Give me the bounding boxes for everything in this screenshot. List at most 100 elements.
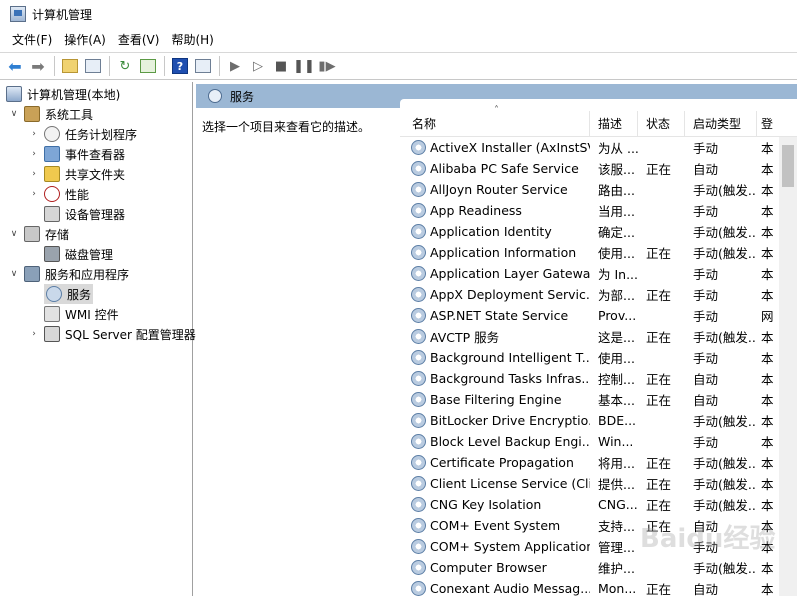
column-header-desc[interactable]: 描述	[590, 110, 638, 137]
tree-item-services[interactable]: 服务	[28, 284, 94, 304]
tree-item-services-apps[interactable]: ∨ 服务和应用程序	[8, 264, 129, 284]
services-gear-icon	[46, 286, 62, 302]
collapse-chevron-icon[interactable]: ∨	[8, 109, 20, 119]
back-arrow-icon[interactable]: ⬅	[4, 55, 26, 77]
collapse-chevron-icon[interactable]: ∨	[8, 269, 20, 279]
table-row[interactable]: AllJoyn Router Service 路由... 手动(触发... 本	[400, 179, 775, 200]
table-row[interactable]: CNG Key Isolation CNG... 正在 手动(触发... 本	[400, 494, 775, 515]
tree-item-storage[interactable]: ∨ 存储	[8, 224, 69, 244]
service-name: Block Level Backup Engi...	[430, 434, 590, 449]
selection-highlight: 服务	[44, 284, 94, 304]
restart-service-icon[interactable]: ▮▶	[316, 55, 338, 77]
tree-item-wmi[interactable]: WMI 控件	[28, 304, 119, 324]
expand-chevron-icon[interactable]: ›	[28, 129, 40, 139]
service-gear-icon	[411, 266, 426, 281]
tree-item-system-tools[interactable]: ∨ 系统工具	[8, 104, 93, 124]
menu-view[interactable]: 查看(V)	[112, 30, 166, 51]
service-name-cell: Background Intelligent T...	[400, 350, 590, 365]
stop-service-icon[interactable]: ■	[270, 55, 292, 77]
service-gear-icon	[411, 434, 426, 449]
service-logon: 本	[761, 246, 774, 261]
forward-arrow-icon[interactable]: ➡	[27, 55, 49, 77]
vertical-scrollbar[interactable]	[779, 137, 797, 596]
table-row[interactable]: Application Layer Gatewa... 为 In... 手动 本	[400, 263, 775, 284]
table-row[interactable]: Computer Browser 维护... 手动(触发... 本	[400, 557, 775, 578]
service-desc: 为部...	[598, 288, 635, 303]
column-header-startup[interactable]: 启动类型	[685, 110, 757, 137]
help-icon[interactable]: ?	[169, 55, 191, 77]
expand-chevron-icon[interactable]: ›	[28, 189, 40, 199]
toolbar: ⬅ ➡ ↻ ? ▶ ▷ ■ ❚❚ ▮▶	[0, 52, 797, 80]
menu-action[interactable]: 操作(A)	[58, 30, 112, 51]
table-row[interactable]: Block Level Backup Engi... Win... 手动 本	[400, 431, 775, 452]
service-startup: 自动	[693, 162, 719, 177]
table-row[interactable]: BitLocker Drive Encryptio... BDE... 手动(触发.…	[400, 410, 775, 431]
table-row[interactable]: AVCTP 服务 这是... 正在 手动(触发... 本	[400, 326, 775, 347]
expand-chevron-icon[interactable]: ›	[28, 149, 40, 159]
tree-item-disk-management[interactable]: 磁盘管理	[28, 244, 113, 264]
table-row[interactable]: Application Identity 确定... 手动(触发... 本	[400, 221, 775, 242]
service-name: Computer Browser	[430, 560, 547, 575]
table-row[interactable]: ASP.NET State Service Prov... 手动 网	[400, 305, 775, 326]
tree-item-task-scheduler[interactable]: › 任务计划程序	[28, 124, 137, 144]
service-logon: 网	[761, 309, 774, 324]
tree-item-label: 系统工具	[45, 107, 94, 122]
service-status: 正在	[646, 582, 672, 597]
tree-item-shared-folders[interactable]: › 共享文件夹	[28, 164, 125, 184]
scrollbar-thumb[interactable]	[782, 145, 794, 187]
tree-item-event-viewer[interactable]: › 事件查看器	[28, 144, 125, 164]
service-startup: 自动	[693, 393, 719, 408]
column-header-name[interactable]: 名称	[400, 110, 590, 137]
properties-icon[interactable]	[192, 55, 214, 77]
show-hide-tree-icon[interactable]	[82, 55, 104, 77]
menu-file[interactable]: 文件(F)	[6, 30, 58, 51]
service-name: Background Tasks Infras...	[430, 371, 590, 386]
service-logon: 本	[761, 561, 774, 576]
table-row[interactable]: ActiveX Installer (AxInstSV) 为从 ... 手动 本	[400, 137, 775, 158]
table-row[interactable]: COM+ Event System 支持... 正在 自动 本	[400, 515, 775, 536]
column-header-status[interactable]: 状态	[638, 110, 685, 137]
table-row[interactable]: App Readiness 当用... 手动 本	[400, 200, 775, 221]
tree-item-sql-config[interactable]: › SQL Server 配置管理器	[28, 324, 196, 344]
service-startup: 手动(触发...	[693, 414, 757, 429]
navigation-tree: 计算机管理(本地) ∨ 系统工具 › 任务计划程序 › 事件查看器 › 共享文件…	[2, 82, 196, 596]
pause-service-icon[interactable]: ❚❚	[293, 55, 315, 77]
service-name-cell: Application Layer Gatewa...	[400, 266, 590, 281]
menu-help[interactable]: 帮助(H)	[165, 30, 219, 51]
tree-item-device-manager[interactable]: 设备管理器	[28, 204, 125, 224]
service-gear-icon	[411, 371, 426, 386]
table-row[interactable]: Certificate Propagation 将用... 正在 手动(触发... 本	[400, 452, 775, 473]
tree-item-label: 共享文件夹	[65, 167, 126, 182]
start-service-alt-icon[interactable]: ▷	[247, 55, 269, 77]
expand-chevron-icon[interactable]: ›	[28, 169, 40, 179]
column-header-logon[interactable]: 登	[757, 111, 797, 137]
export-list-icon[interactable]	[137, 55, 159, 77]
table-row[interactable]: Background Tasks Infras... 控制... 正在 自动 本	[400, 368, 775, 389]
tree-item-performance[interactable]: › 性能	[28, 184, 89, 204]
table-row[interactable]: COM+ System Application 管理... 手动 本	[400, 536, 775, 557]
table-row[interactable]: AppX Deployment Servic... 为部... 正在 手动 本	[400, 284, 775, 305]
service-desc: 使用...	[598, 246, 635, 261]
collapse-chevron-icon[interactable]: ∨	[8, 229, 20, 239]
table-row[interactable]: Alibaba PC Safe Service 该服... 正在 自动 本	[400, 158, 775, 179]
table-row[interactable]: Background Intelligent T... 使用... 手动 本	[400, 347, 775, 368]
description-panel: 选择一个项目来查看它的描述。	[196, 108, 400, 596]
table-row[interactable]: Client License Service (Cli... 提供... 正在 手动(…	[400, 473, 775, 494]
expand-chevron-icon[interactable]: ›	[28, 329, 40, 339]
start-service-icon[interactable]: ▶	[224, 55, 246, 77]
tree-item-root[interactable]: 计算机管理(本地)	[6, 84, 120, 104]
service-desc: 基本...	[598, 393, 635, 408]
service-desc: Prov...	[598, 308, 637, 323]
service-desc: Win...	[598, 434, 634, 449]
service-desc: 该服...	[598, 162, 635, 177]
event-viewer-icon	[44, 146, 60, 162]
up-folder-icon[interactable]	[59, 55, 81, 77]
table-row[interactable]: Application Information 使用... 正在 手动(触发... 本	[400, 242, 775, 263]
table-row[interactable]: Base Filtering Engine 基本... 正在 自动 本	[400, 389, 775, 410]
service-name-cell: AppX Deployment Servic...	[400, 287, 590, 302]
refresh-icon[interactable]: ↻	[114, 55, 136, 77]
service-gear-icon	[411, 518, 426, 533]
service-gear-icon	[411, 497, 426, 512]
service-name: Conexant Audio Messag...	[430, 581, 590, 596]
service-desc: 这是...	[598, 330, 635, 345]
